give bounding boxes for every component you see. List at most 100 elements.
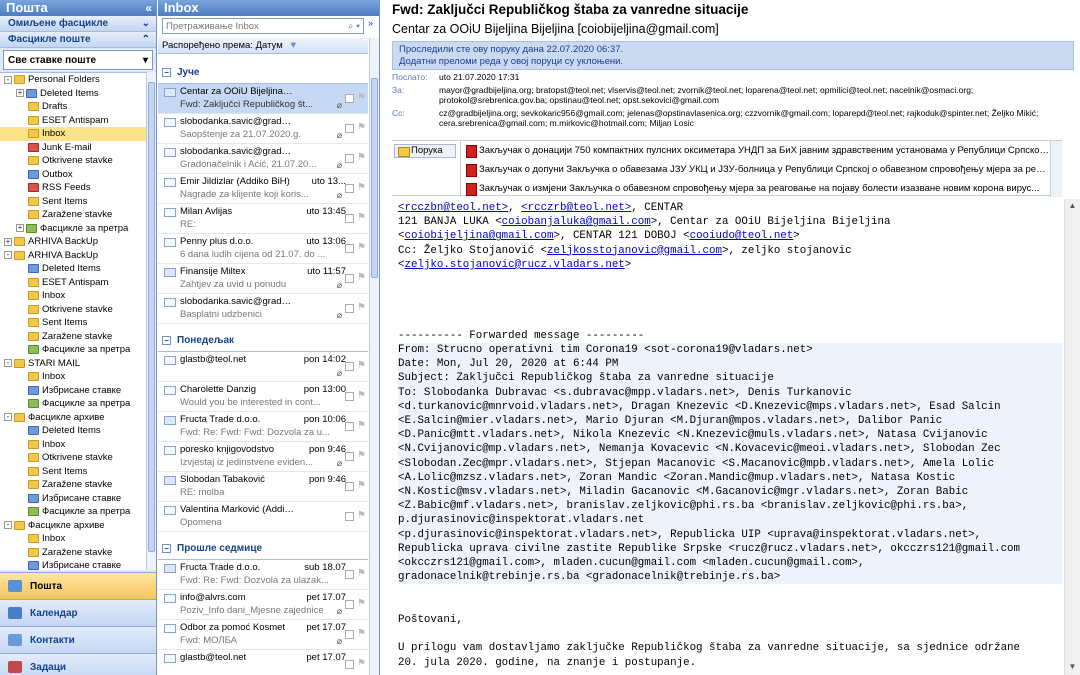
category-checkbox[interactable] (345, 630, 354, 639)
group-header[interactable]: − Јуче (158, 62, 368, 84)
flag-icon[interactable]: ⚑ (357, 122, 366, 133)
flag-icon[interactable]: ⚑ (357, 302, 366, 313)
collapse-nav-icon[interactable]: « (145, 0, 156, 16)
collapse-icon[interactable]: - (4, 413, 12, 422)
cc-value[interactable]: cz@gradbijeljina.org; sevkokaric956@gmai… (439, 108, 1062, 129)
email-link[interactable]: cooiudo@teol.net (690, 230, 794, 242)
message-item[interactable]: Charolette Danzig pon 13:00 Would you be i… (158, 382, 368, 412)
favorites-header[interactable]: Омиљене фасцикле ⌄ (0, 16, 156, 32)
folder-item[interactable]: Фасцикле за претра (0, 343, 146, 357)
category-checkbox[interactable] (345, 244, 354, 253)
category-checkbox[interactable] (345, 392, 354, 401)
collapse-icon[interactable]: - (4, 521, 12, 530)
sort-arrow-icon[interactable]: ▼ (289, 38, 368, 53)
search-input[interactable]: Претраживање Inbox ⌕ ▾ (162, 18, 364, 34)
email-link[interactable]: coiobanjaluka@gmail.com (502, 216, 651, 228)
folder-item[interactable]: Sent Items (0, 195, 146, 209)
folder-item[interactable]: Outbox (0, 168, 146, 182)
folder-item[interactable]: Sent Items (0, 465, 146, 479)
folder-item[interactable]: + ARHIVA BackUp (0, 235, 146, 249)
email-link[interactable]: zeljkosstojanovic@gmail.com (547, 245, 722, 257)
email-link[interactable]: zeljko.stojanovic@rucz.vladars.net (404, 259, 624, 271)
arrange-by-header[interactable]: Распоређено према: Датум ▼ (158, 38, 368, 54)
search-icon[interactable]: ⌕ ▾ (348, 21, 360, 32)
flag-icon[interactable]: ⚑ (357, 360, 366, 371)
nav-button-3[interactable]: Контакти (0, 626, 156, 653)
message-item[interactable]: Odbor za pomoć Kosmet pet 17.07 Fwd: МОЛБА… (158, 620, 368, 650)
message-item[interactable]: glastb@teol.net pet 17.07 ⚑ (158, 650, 368, 675)
category-checkbox[interactable] (345, 482, 354, 491)
folder-item[interactable]: Избрисане ставке (0, 492, 146, 506)
expand-search-icon[interactable]: » (368, 18, 373, 28)
pdf-attachment[interactable]: Закључак о допуни Закључка о обавезама Ј… (461, 160, 1050, 179)
folder-item[interactable]: Избрисане ставке (0, 384, 146, 398)
email-link[interactable]: <rcczbn@teol.net> (398, 202, 508, 214)
nav-button-4[interactable]: Задаци (0, 653, 156, 675)
folder-item[interactable]: Inbox (0, 289, 146, 303)
collapse-icon[interactable]: - (4, 75, 12, 84)
message-item[interactable]: Fructa Trade d.o.o. sub 18.07 Fwd: Re: Fwd… (158, 560, 368, 590)
email-link[interactable]: coiobijeljina@gmail.com (404, 230, 553, 242)
message-from[interactable]: Centar za OOiU Bijeljina Bijeljina [coio… (392, 22, 719, 36)
attachment-scrollbar[interactable] (1050, 141, 1062, 197)
flag-icon[interactable]: ⚑ (357, 92, 366, 103)
folder-item[interactable]: + Deleted Items (0, 87, 146, 101)
folder-item[interactable]: - STARI MAIL (0, 357, 146, 371)
folder-item[interactable]: RSS Feeds (0, 181, 146, 195)
folder-item[interactable]: - ARHIVA BackUp (0, 249, 146, 263)
message-item[interactable]: Penny plus d.o.o. uto 13:06 6 dana ludih c… (158, 234, 368, 264)
message-item[interactable]: Valentina Marković (Addiko BiH) Opomena ⚑ (158, 502, 368, 532)
folder-item[interactable]: Избрисане ставке (0, 559, 146, 570)
expand-icon[interactable]: + (16, 224, 24, 233)
flag-icon[interactable]: ⚑ (357, 152, 366, 163)
mail-folders-header[interactable]: Фасцикле поште ⌃ (0, 32, 156, 48)
scroll-down-icon[interactable]: ▼ (1067, 662, 1078, 673)
message-item[interactable]: Slobodan Tabaković pon 9:46 RE: molba ⚑ (158, 472, 368, 502)
message-attachment-button[interactable]: Порука (394, 144, 456, 158)
flag-icon[interactable]: ⚑ (357, 390, 366, 401)
collapse-icon[interactable]: - (4, 359, 12, 368)
to-value[interactable]: mayor@gradbijeljina.org; bratopst@teol.n… (439, 85, 1062, 106)
message-item[interactable]: poresko knjigovodstvo pon 9:46 Izvjestaj i… (158, 442, 368, 472)
category-checkbox[interactable] (345, 512, 354, 521)
category-checkbox[interactable] (345, 154, 354, 163)
flag-icon[interactable]: ⚑ (357, 598, 366, 609)
folder-item[interactable]: Otkrivene stavke (0, 303, 146, 317)
chevron-up-icon[interactable]: ⌃ (142, 32, 156, 47)
message-item[interactable]: Fructa Trade d.o.o. pon 10:06 Fwd: Re: Fwd… (158, 412, 368, 442)
folder-item[interactable]: Zaražene stavke (0, 546, 146, 560)
group-header[interactable]: − Прошле седмице (158, 538, 368, 560)
folder-item[interactable]: Deleted Items (0, 262, 146, 276)
folder-item[interactable]: Zaražene stavke (0, 478, 146, 492)
message-item[interactable]: glastb@teol.net pon 14:02 ⌀ ⚑ (158, 352, 368, 382)
nav-button-1[interactable]: Пошта (0, 572, 156, 599)
folder-item[interactable]: ESET Antispam (0, 114, 146, 128)
flag-icon[interactable]: ⚑ (357, 568, 366, 579)
collapse-group-icon[interactable]: − (162, 68, 171, 77)
expand-icon[interactable]: + (4, 237, 12, 246)
folder-item[interactable]: - Personal Folders (0, 73, 146, 87)
category-checkbox[interactable] (345, 422, 354, 431)
category-checkbox[interactable] (345, 124, 354, 133)
category-checkbox[interactable] (345, 304, 354, 313)
folder-item[interactable]: Inbox (0, 127, 146, 141)
message-item[interactable]: Centar za OOiU Bijeljina Bijeljina Fwd: Z… (158, 84, 368, 114)
chevron-down-icon[interactable]: ⌄ (142, 16, 156, 31)
folder-item[interactable]: Zaražene stavke (0, 208, 146, 222)
message-item[interactable]: Finansije Miltex uto 11:57 Zahtjev za uvid… (158, 264, 368, 294)
category-checkbox[interactable] (345, 600, 354, 609)
folder-item[interactable]: Inbox (0, 438, 146, 452)
pdf-attachment[interactable]: Закључак о донацији 750 компактних пулсн… (461, 141, 1050, 160)
scroll-up-icon[interactable]: ▲ (1067, 201, 1078, 212)
collapse-group-icon[interactable]: − (162, 544, 171, 553)
flag-icon[interactable]: ⚑ (357, 628, 366, 639)
flag-icon[interactable]: ⚑ (357, 212, 366, 223)
info-bar[interactable]: Проследили сте ову поруку дана 22.07.202… (392, 41, 1074, 70)
category-checkbox[interactable] (345, 274, 354, 283)
folder-item[interactable]: Deleted Items (0, 424, 146, 438)
category-checkbox[interactable] (345, 362, 354, 371)
pdf-attachment[interactable]: Закључак о измјени Закључка о обавезном … (461, 179, 1050, 198)
folder-item[interactable]: + Фасцикле за претра (0, 222, 146, 236)
message-item[interactable]: slobodanka.savic@gradzvornik.... Gradonač… (158, 144, 368, 174)
folder-item[interactable]: ESET Antispam (0, 276, 146, 290)
